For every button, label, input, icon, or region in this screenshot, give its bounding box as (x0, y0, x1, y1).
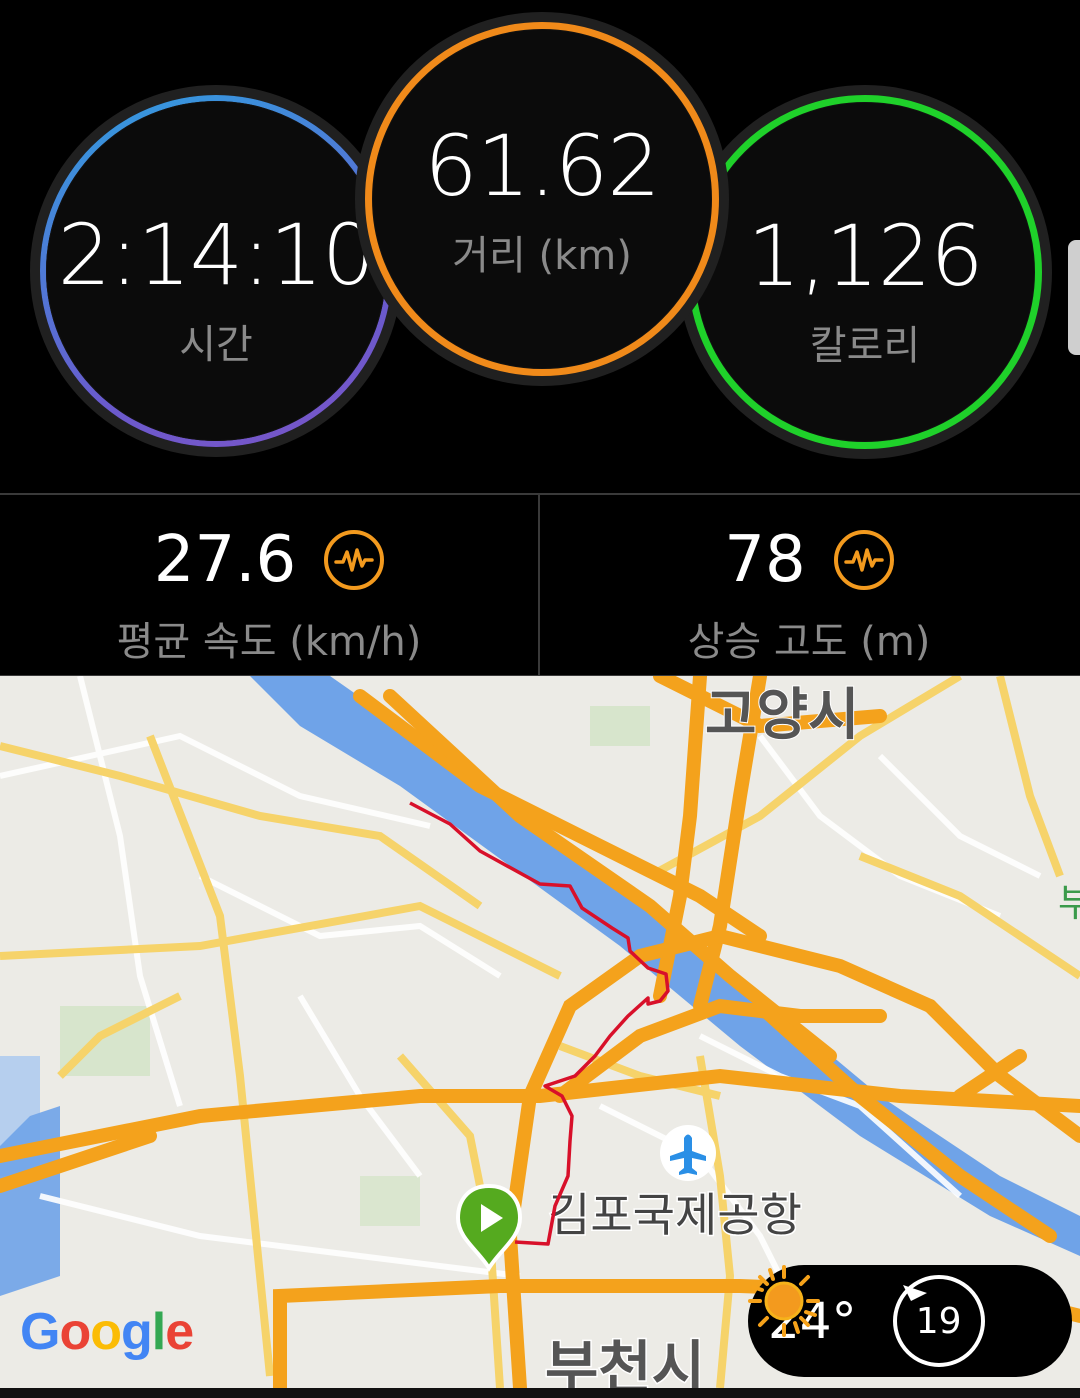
stats-row: 27.6 평균 속도 (km/h) 78 상승 고도 (m) (0, 493, 1080, 677)
distance-ring[interactable]: 61.62 거리 (km) (365, 22, 719, 376)
distance-label: 거리 (km) (452, 233, 632, 279)
calories-value: 1,126 (747, 207, 983, 305)
wind-speed-value: 19 (915, 1300, 962, 1342)
time-label: 시간 (179, 322, 253, 368)
time-ring[interactable]: 2:14:10 시간 (40, 95, 392, 447)
calories-ring[interactable]: 1,126 칼로리 (688, 95, 1042, 449)
bottom-edge (0, 1388, 1080, 1398)
avg-speed-label: 평균 속도 (km/h) (116, 619, 422, 665)
avg-speed-stat[interactable]: 27.6 평균 속도 (km/h) (0, 495, 540, 675)
weather-widget[interactable]: 24° 19 (748, 1265, 1072, 1377)
google-logo: Google (20, 1303, 194, 1361)
elevation-gain-value: 78 (724, 523, 806, 597)
airplane-icon[interactable] (660, 1125, 716, 1181)
map-label-gimpo-airport: 김포국제공항 (548, 1188, 802, 1242)
scroll-handle[interactable] (1068, 240, 1080, 355)
wind-direction-icon (902, 1285, 927, 1301)
map-label-goyang: 고양시 (705, 683, 860, 748)
elevation-gain-stat[interactable]: 78 상승 고도 (m) (540, 495, 1078, 675)
avg-speed-value: 27.6 (153, 523, 297, 597)
route-map[interactable]: 고양시 김포국제공항 부천시 부 Google 24° 19 (0, 676, 1080, 1388)
map-label-bucheon: 부천시 (545, 1334, 705, 1388)
activity-summary: 2:14:10 시간 1,126 칼로리 61.62 거리 (km) (0, 0, 1080, 495)
calories-label: 칼로리 (809, 323, 921, 369)
map-label-edge: 부 (1058, 881, 1080, 925)
wind-speed-dial: 19 (892, 1275, 985, 1367)
pulse-icon (324, 530, 385, 590)
time-value: 2:14:10 (57, 206, 376, 304)
distance-value: 61.62 (424, 117, 660, 215)
elevation-gain-label: 상승 고도 (m) (687, 619, 931, 665)
pulse-icon (833, 530, 894, 590)
